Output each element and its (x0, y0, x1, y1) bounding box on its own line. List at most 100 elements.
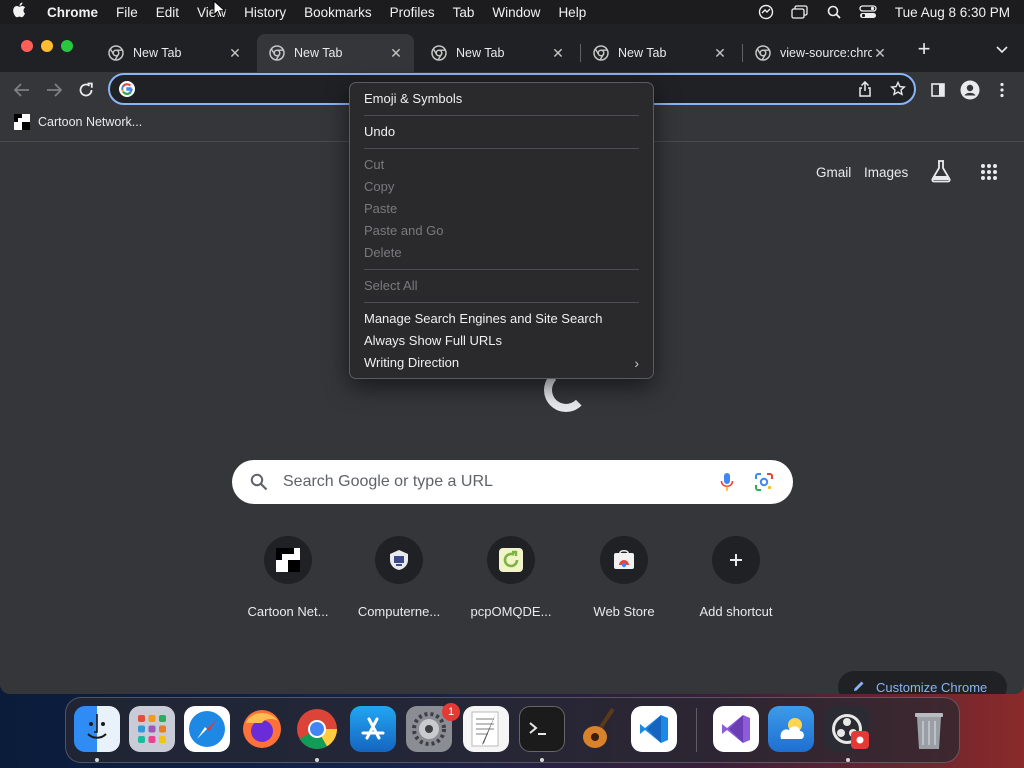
shortcut-icon-circle (712, 536, 760, 584)
shortcut-label: Cartoon Net... (247, 604, 329, 619)
safari-icon[interactable] (184, 706, 230, 752)
back-arrow-icon[interactable] (10, 78, 34, 102)
shortcut-tile[interactable]: pcpOMQDE... (455, 536, 567, 619)
running-indicator (846, 758, 850, 762)
side-panel-icon[interactable] (926, 78, 950, 102)
shortcut-icon-circle (375, 536, 423, 584)
firefox-icon[interactable] (239, 706, 285, 752)
tab-new-tab-3[interactable]: New Tab ✕ (419, 34, 576, 72)
menu-separator (364, 269, 639, 270)
minimize-window-button[interactable] (41, 40, 53, 52)
dock-divider (696, 708, 697, 752)
menubar-clock[interactable]: Tue Aug 8 6:30 PM (885, 5, 1010, 20)
window-controls (21, 40, 73, 52)
recording-indicator-icon (851, 731, 869, 749)
menu-help[interactable]: Help (549, 5, 595, 20)
visual-studio-icon[interactable] (713, 706, 759, 752)
macos-menubar: Chrome File Edit View History Bookmarks … (0, 0, 1024, 24)
profile-avatar-icon[interactable] (958, 78, 982, 102)
tab-close-icon[interactable]: ✕ (872, 45, 888, 62)
terminal-icon[interactable] (519, 706, 565, 752)
close-window-button[interactable] (21, 40, 33, 52)
menu-separator (364, 302, 639, 303)
tab-title: New Tab (618, 46, 667, 60)
shortcut-tile[interactable]: Cartoon Net... (232, 536, 344, 619)
tab-close-icon[interactable]: ✕ (388, 45, 404, 62)
macos-dock: 1 (65, 697, 960, 763)
menu-window[interactable]: Window (483, 5, 549, 20)
tab-view-source[interactable]: view-source:chro ✕ (743, 34, 898, 72)
google-apps-grid-icon[interactable] (980, 163, 998, 186)
menu-app-name[interactable]: Chrome (38, 5, 107, 20)
menu-profiles[interactable]: Profiles (381, 5, 444, 20)
mouse-cursor-icon (213, 0, 227, 25)
menu-item-emoji-symbols[interactable]: Emoji & Symbols (350, 88, 653, 110)
tab-new-tab-4[interactable]: New Tab ✕ (581, 34, 738, 72)
menu-view[interactable]: View (188, 5, 235, 20)
app-store-icon[interactable] (350, 706, 396, 752)
labs-flask-icon[interactable] (930, 159, 952, 188)
menu-item-manage-search-engines[interactable]: Manage Search Engines and Site Search (350, 308, 653, 330)
menu-history[interactable]: History (235, 5, 295, 20)
activity-icon[interactable] (749, 4, 783, 20)
customize-chrome-button[interactable]: Customize Chrome (838, 671, 1007, 694)
tab-close-icon[interactable]: ✕ (712, 45, 728, 62)
garageband-icon[interactable] (574, 706, 620, 752)
images-link[interactable]: Images (864, 165, 908, 180)
launchpad-icon[interactable] (129, 706, 175, 752)
menu-item-undo[interactable]: Undo (350, 121, 653, 143)
shortcut-icon-circle (264, 536, 312, 584)
bookmark-label: Cartoon Network... (38, 115, 143, 129)
menu-tab[interactable]: Tab (444, 5, 484, 20)
trash-icon[interactable] (906, 706, 952, 752)
reload-icon[interactable] (74, 78, 98, 102)
tab-close-icon[interactable]: ✕ (227, 45, 243, 62)
textedit-icon[interactable] (463, 706, 509, 752)
forward-arrow-icon[interactable] (42, 78, 66, 102)
bookmark-cartoon-network[interactable]: Cartoon Network... (14, 114, 142, 130)
cartoon-network-icon (14, 114, 30, 130)
bookmark-star-icon[interactable] (890, 80, 906, 102)
new-tab-plus-icon[interactable]: + (912, 38, 936, 62)
finder-icon[interactable] (74, 706, 120, 752)
gmail-link[interactable]: Gmail (816, 165, 851, 180)
tab-title: view-source:chro (780, 46, 872, 60)
cartoon-network-icon (276, 548, 300, 572)
menu-edit[interactable]: Edit (147, 5, 188, 20)
weather-icon[interactable] (768, 706, 814, 752)
shortcut-tile[interactable]: Computerne... (343, 536, 455, 619)
menu-bookmarks[interactable]: Bookmarks (295, 5, 381, 20)
context-menu: Emoji & Symbols Undo Cut Copy Paste Past… (349, 82, 654, 379)
share-icon[interactable] (858, 80, 872, 102)
shortcut-icon-circle (600, 536, 648, 584)
kebab-menu-icon[interactable] (990, 78, 1014, 102)
shortcut-label: Web Store (593, 604, 655, 619)
chrome-favicon-icon (431, 45, 447, 61)
shortcut-icon-circle (487, 536, 535, 584)
running-indicator (540, 758, 544, 762)
menu-item-cut: Cut (364, 157, 385, 172)
tab-close-icon[interactable]: ✕ (550, 45, 566, 62)
menu-file[interactable]: File (107, 5, 147, 20)
menu-item-copy: Copy (364, 179, 395, 194)
shortcut-tile[interactable]: Web Store (568, 536, 680, 619)
chrome-icon[interactable] (294, 706, 340, 752)
apple-menu-icon[interactable] (0, 2, 38, 22)
chrome-favicon-icon (755, 45, 771, 61)
vscode-icon[interactable] (631, 706, 677, 752)
voice-search-mic-icon[interactable] (720, 472, 734, 497)
refresh-green-icon (499, 548, 523, 572)
menu-item-writing-direction[interactable]: Writing Direction › (350, 352, 653, 374)
add-shortcut-tile[interactable]: Add shortcut (680, 536, 792, 619)
zoom-window-button[interactable] (61, 40, 73, 52)
control-center-icon[interactable] (851, 5, 885, 19)
spotlight-search-icon[interactable] (817, 5, 851, 19)
chrome-favicon-icon (269, 45, 285, 61)
tab-search-chevron-icon[interactable] (990, 38, 1014, 62)
google-lens-icon[interactable] (754, 472, 774, 497)
tab-new-tab-2[interactable]: New Tab ✕ (257, 34, 414, 72)
ntp-search-box[interactable]: Search Google or type a URL (232, 460, 793, 504)
menu-item-always-show-full-urls[interactable]: Always Show Full URLs (350, 330, 653, 352)
tab-new-tab-1[interactable]: New Tab ✕ (96, 34, 253, 72)
screen-mirroring-icon[interactable] (783, 5, 817, 19)
